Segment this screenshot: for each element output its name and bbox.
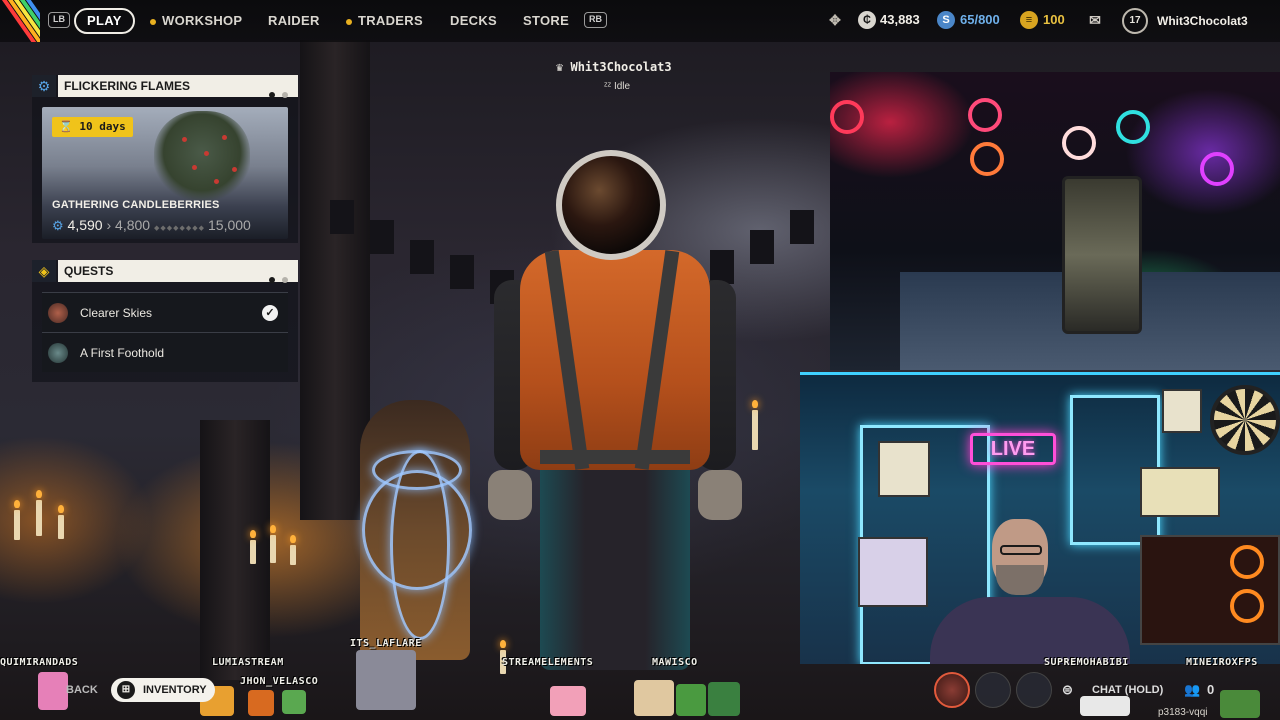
event-progress: ⚙ 4,590 › 4,800 ◆◆◆◆◆◆◆◆ 15,000 — [52, 217, 278, 233]
crown-icon: ♛ — [556, 60, 564, 74]
player-nametag: ♛ Whit3Chocolat3 — [556, 60, 672, 74]
chat-avatar-sprite — [550, 686, 586, 716]
chat-avatar-sprite — [38, 672, 68, 710]
notification-dot — [346, 18, 352, 25]
streamer-webcam: LIVE — [800, 372, 1280, 664]
notification-dot — [150, 18, 156, 25]
phone-screen — [1062, 176, 1142, 334]
streamer — [930, 515, 1130, 664]
nav-tab-store[interactable]: STORE — [523, 13, 569, 28]
stone-column — [200, 420, 270, 680]
candleberry-tree-image — [154, 111, 250, 203]
event-card[interactable]: ⌛ 10 days GATHERING CANDLEBERRIES ⚙ 4,59… — [42, 107, 288, 239]
username[interactable]: Whit3Chocolat3 — [1157, 14, 1248, 28]
top-navigation-bar: LB PLAY WORKSHOP RAIDER TRADERS DECKS ST… — [0, 0, 1280, 42]
progress-goal: 15,000 — [208, 217, 251, 233]
menu-icon: ⊜ — [1062, 682, 1073, 697]
chevron-right-icon: › — [106, 217, 116, 233]
quests-panel: ◈ QUESTS Clearer Skies ✓ A First Foothol… — [32, 260, 298, 382]
coins-value: 43,883 — [880, 12, 920, 27]
inventory-button[interactable]: ⊞ INVENTORY — [111, 678, 215, 702]
chatter-name: MINEIROXFPS — [1186, 657, 1258, 668]
chatter-name: ITS_LAFLARE — [350, 638, 422, 649]
quests-title: QUESTS — [64, 264, 114, 278]
player-status: ᶻᶻ Idle — [604, 81, 631, 92]
chat-avatar-sprite — [282, 690, 306, 714]
mail-icon[interactable]: ✉ — [1086, 11, 1104, 29]
nav-tab-decks[interactable]: DECKS — [450, 13, 497, 28]
event-panel: ⚙ FLICKERING FLAMES ⌛ 10 days GATHERING … — [32, 75, 298, 243]
quest-giver-avatar — [48, 303, 68, 323]
quest-item[interactable]: A First Foothold — [42, 332, 288, 372]
nav-tab-raider[interactable]: RAIDER — [268, 13, 320, 28]
event-title: FLICKERING FLAMES — [64, 79, 190, 93]
event-task-title: GATHERING CANDLEBERRIES — [52, 199, 220, 211]
quest-diamond-icon: ◈ — [32, 260, 56, 282]
chat-avatar-sprite — [634, 680, 674, 716]
premium-currency-icon: ≡ — [1020, 11, 1038, 29]
helmet — [556, 150, 666, 260]
chat-avatar-sprite — [676, 684, 706, 716]
chat-hold-button[interactable]: CHAT (HOLD) — [1092, 678, 1163, 702]
event-panel-header: ⚙ FLICKERING FLAMES — [32, 75, 298, 98]
nav-tab-traders[interactable]: TRADERS — [346, 13, 423, 28]
chatter-name: JHON_VELASCO — [240, 676, 319, 687]
controller-button-icon: ⊞ — [117, 681, 135, 699]
party-slot-self[interactable] — [934, 672, 970, 708]
progress-current: 4,590 — [67, 217, 103, 233]
gear-icon: ⚙ — [52, 218, 64, 233]
quest-item[interactable]: Clearer Skies ✓ — [42, 292, 288, 332]
chatter-name: SUPREMOHABIBI — [1044, 657, 1129, 668]
session-id: p3183-vqqi — [1158, 707, 1208, 718]
quest-label: Clearer Skies — [80, 306, 153, 320]
squad-icon[interactable]: ✥ — [826, 11, 844, 29]
party-slot-empty[interactable] — [975, 672, 1011, 708]
premium-value: 100 — [1043, 12, 1065, 27]
chat-avatar-sprite — [1220, 690, 1260, 718]
party-slot-empty[interactable] — [1016, 672, 1052, 708]
coin-icon: ₵ — [858, 11, 876, 29]
live-neon-sign: LIVE — [970, 433, 1056, 465]
quests-panel-header: ◈ QUESTS — [32, 260, 298, 283]
storage-value: 65/800 — [960, 12, 1000, 27]
stream-rainbow-decoration — [0, 0, 40, 42]
party-members-icon: 👥 — [1184, 682, 1201, 697]
quest-giver-avatar — [48, 343, 68, 363]
progress-next: 4,800 — [115, 217, 151, 233]
raider-character[interactable] — [480, 150, 750, 670]
page-dots[interactable] — [262, 268, 288, 290]
lb-button-hint: LB — [48, 12, 70, 28]
quest-label: A First Foothold — [80, 346, 165, 360]
nav-tab-play[interactable]: PLAY — [74, 8, 135, 34]
chat-avatar-sprite — [356, 650, 416, 710]
sleep-icon: ᶻᶻ — [604, 81, 612, 92]
storage-icon: S — [937, 11, 955, 29]
page-dots[interactable] — [262, 83, 288, 105]
checkmark-icon: ✓ — [262, 305, 278, 321]
setup-webcam — [830, 72, 1280, 370]
party-count: 0 — [1207, 682, 1215, 697]
player-level-badge: 17 — [1122, 8, 1148, 34]
chatter-name: LUMIASTREAM — [212, 657, 284, 668]
gear-icon: ⚙ — [32, 75, 56, 97]
event-timer-badge: ⌛ 10 days — [52, 117, 133, 137]
chat-avatar-sprite — [248, 690, 274, 716]
back-button[interactable]: BACK — [66, 678, 98, 702]
rb-button-hint: RB — [584, 12, 607, 28]
chatter-name: MAWISCO — [652, 657, 698, 668]
dartboard — [1210, 385, 1280, 455]
progress-track: ◆◆◆◆◆◆◆◆ — [153, 225, 208, 232]
chatter-name: QUIMIRANDADS — [0, 657, 79, 668]
chat-avatar-sprite — [708, 682, 740, 716]
nav-tab-workshop[interactable]: WORKSHOP — [150, 13, 242, 28]
chatter-name: STREAMELEMENTS — [502, 657, 594, 668]
